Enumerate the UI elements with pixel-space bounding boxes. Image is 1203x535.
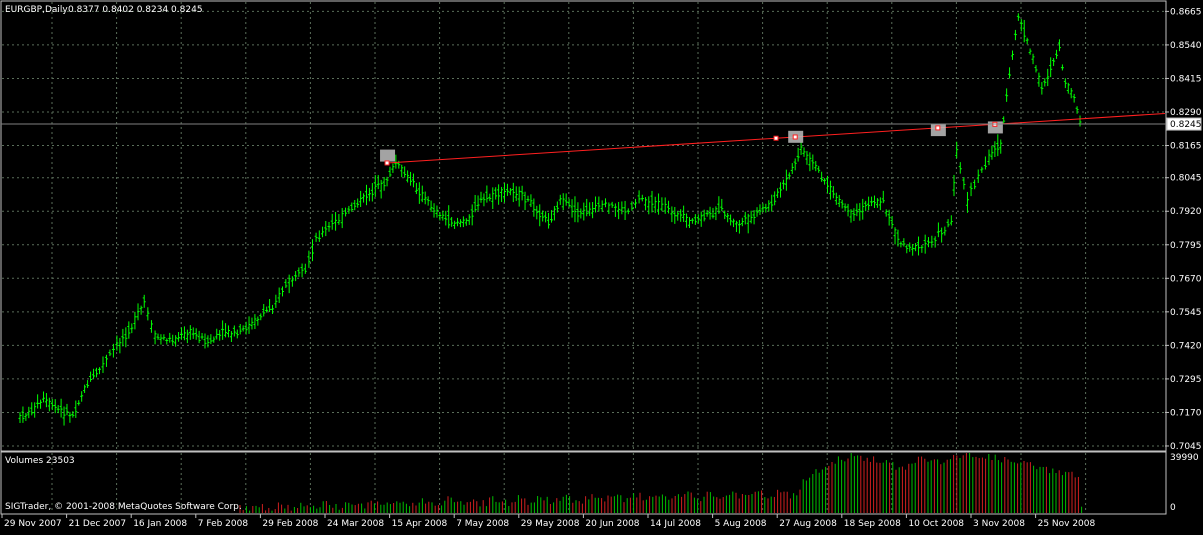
price-tick-label: 0.8665 [1170, 7, 1202, 17]
time-tick-label: 29 Feb 2008 [262, 519, 318, 529]
time-tick-label: 16 Jan 2008 [133, 519, 187, 529]
time-tick-label: 5 Aug 2008 [715, 519, 767, 529]
symbol-title: EURGBP,Daily [5, 5, 68, 15]
time-tick-label: 14 Jul 2008 [650, 519, 701, 529]
trendline-handle[interactable] [384, 160, 390, 166]
mt4-chart-window[interactable]: 0.8665 0.8540 0.8415 0.8290 0.8165 0.8045 0.79… [0, 0, 1203, 531]
price-tick-label: 0.7295 [1170, 375, 1202, 385]
price-tick-label: 0.8540 [1170, 41, 1202, 51]
time-tick-label: 18 Sep 2008 [844, 519, 901, 529]
ohlc-values: 0.8377 0.8402 0.8234 0.8245 [68, 5, 203, 15]
price-tick-label: 0.7045 [1170, 442, 1202, 452]
signal-marker[interactable] [380, 149, 396, 162]
time-tick-label: 3 Nov 2008 [973, 519, 1025, 529]
current-price-label: 0.8245 [1166, 117, 1202, 131]
chart-canvas[interactable]: 0.8665 0.8540 0.8415 0.8290 0.8165 0.8045 0.79… [0, 0, 1203, 531]
time-tick-label: 29 Nov 2007 [4, 519, 62, 529]
price-tick-label: 0.7170 [1170, 408, 1202, 418]
price-tick-label: 0.7670 [1170, 274, 1202, 284]
time-tick-label: 24 Mar 2008 [327, 519, 384, 529]
time-tick-label: 7 Feb 2008 [198, 519, 249, 529]
trendline-handle[interactable] [773, 135, 779, 141]
time-tick-label: 10 Oct 2008 [908, 519, 964, 529]
price-tick-label: 0.8165 [1170, 142, 1202, 152]
time-tick-label: 20 Jun 2008 [585, 519, 639, 529]
price-tick-label: 0.8290 [1170, 108, 1202, 118]
current-price-value: 0.8245 [1170, 120, 1202, 130]
time-tick-label: 21 Dec 2007 [69, 519, 127, 529]
price-tick-label: 0.7545 [1170, 308, 1202, 318]
time-tick-label: 15 Apr 2008 [392, 519, 448, 529]
price-tick-label: 0.8045 [1170, 174, 1202, 184]
copyright-text: SIGTrader, © 2001-2008 MetaQuotes Softwa… [5, 502, 242, 512]
time-tick-label: 25 Nov 2008 [1038, 519, 1096, 529]
volume-label: Volumes 23503 [5, 456, 75, 466]
price-tick-label: 0.7795 [1170, 241, 1202, 251]
trendline-handle[interactable] [935, 125, 941, 131]
time-tick-label: 29 May 2008 [521, 519, 580, 529]
trendline-handle[interactable] [792, 134, 798, 140]
price-tick-label: 0.7920 [1170, 207, 1202, 217]
volume-scale-min: 0 [1170, 503, 1176, 513]
price-tick-label: 0.7420 [1170, 341, 1202, 351]
time-tick-label: 27 Aug 2008 [779, 519, 837, 529]
price-tick-label: 0.8415 [1170, 74, 1202, 84]
time-tick-label: 7 May 2008 [456, 519, 509, 529]
volume-scale-max: 39990 [1170, 453, 1199, 463]
